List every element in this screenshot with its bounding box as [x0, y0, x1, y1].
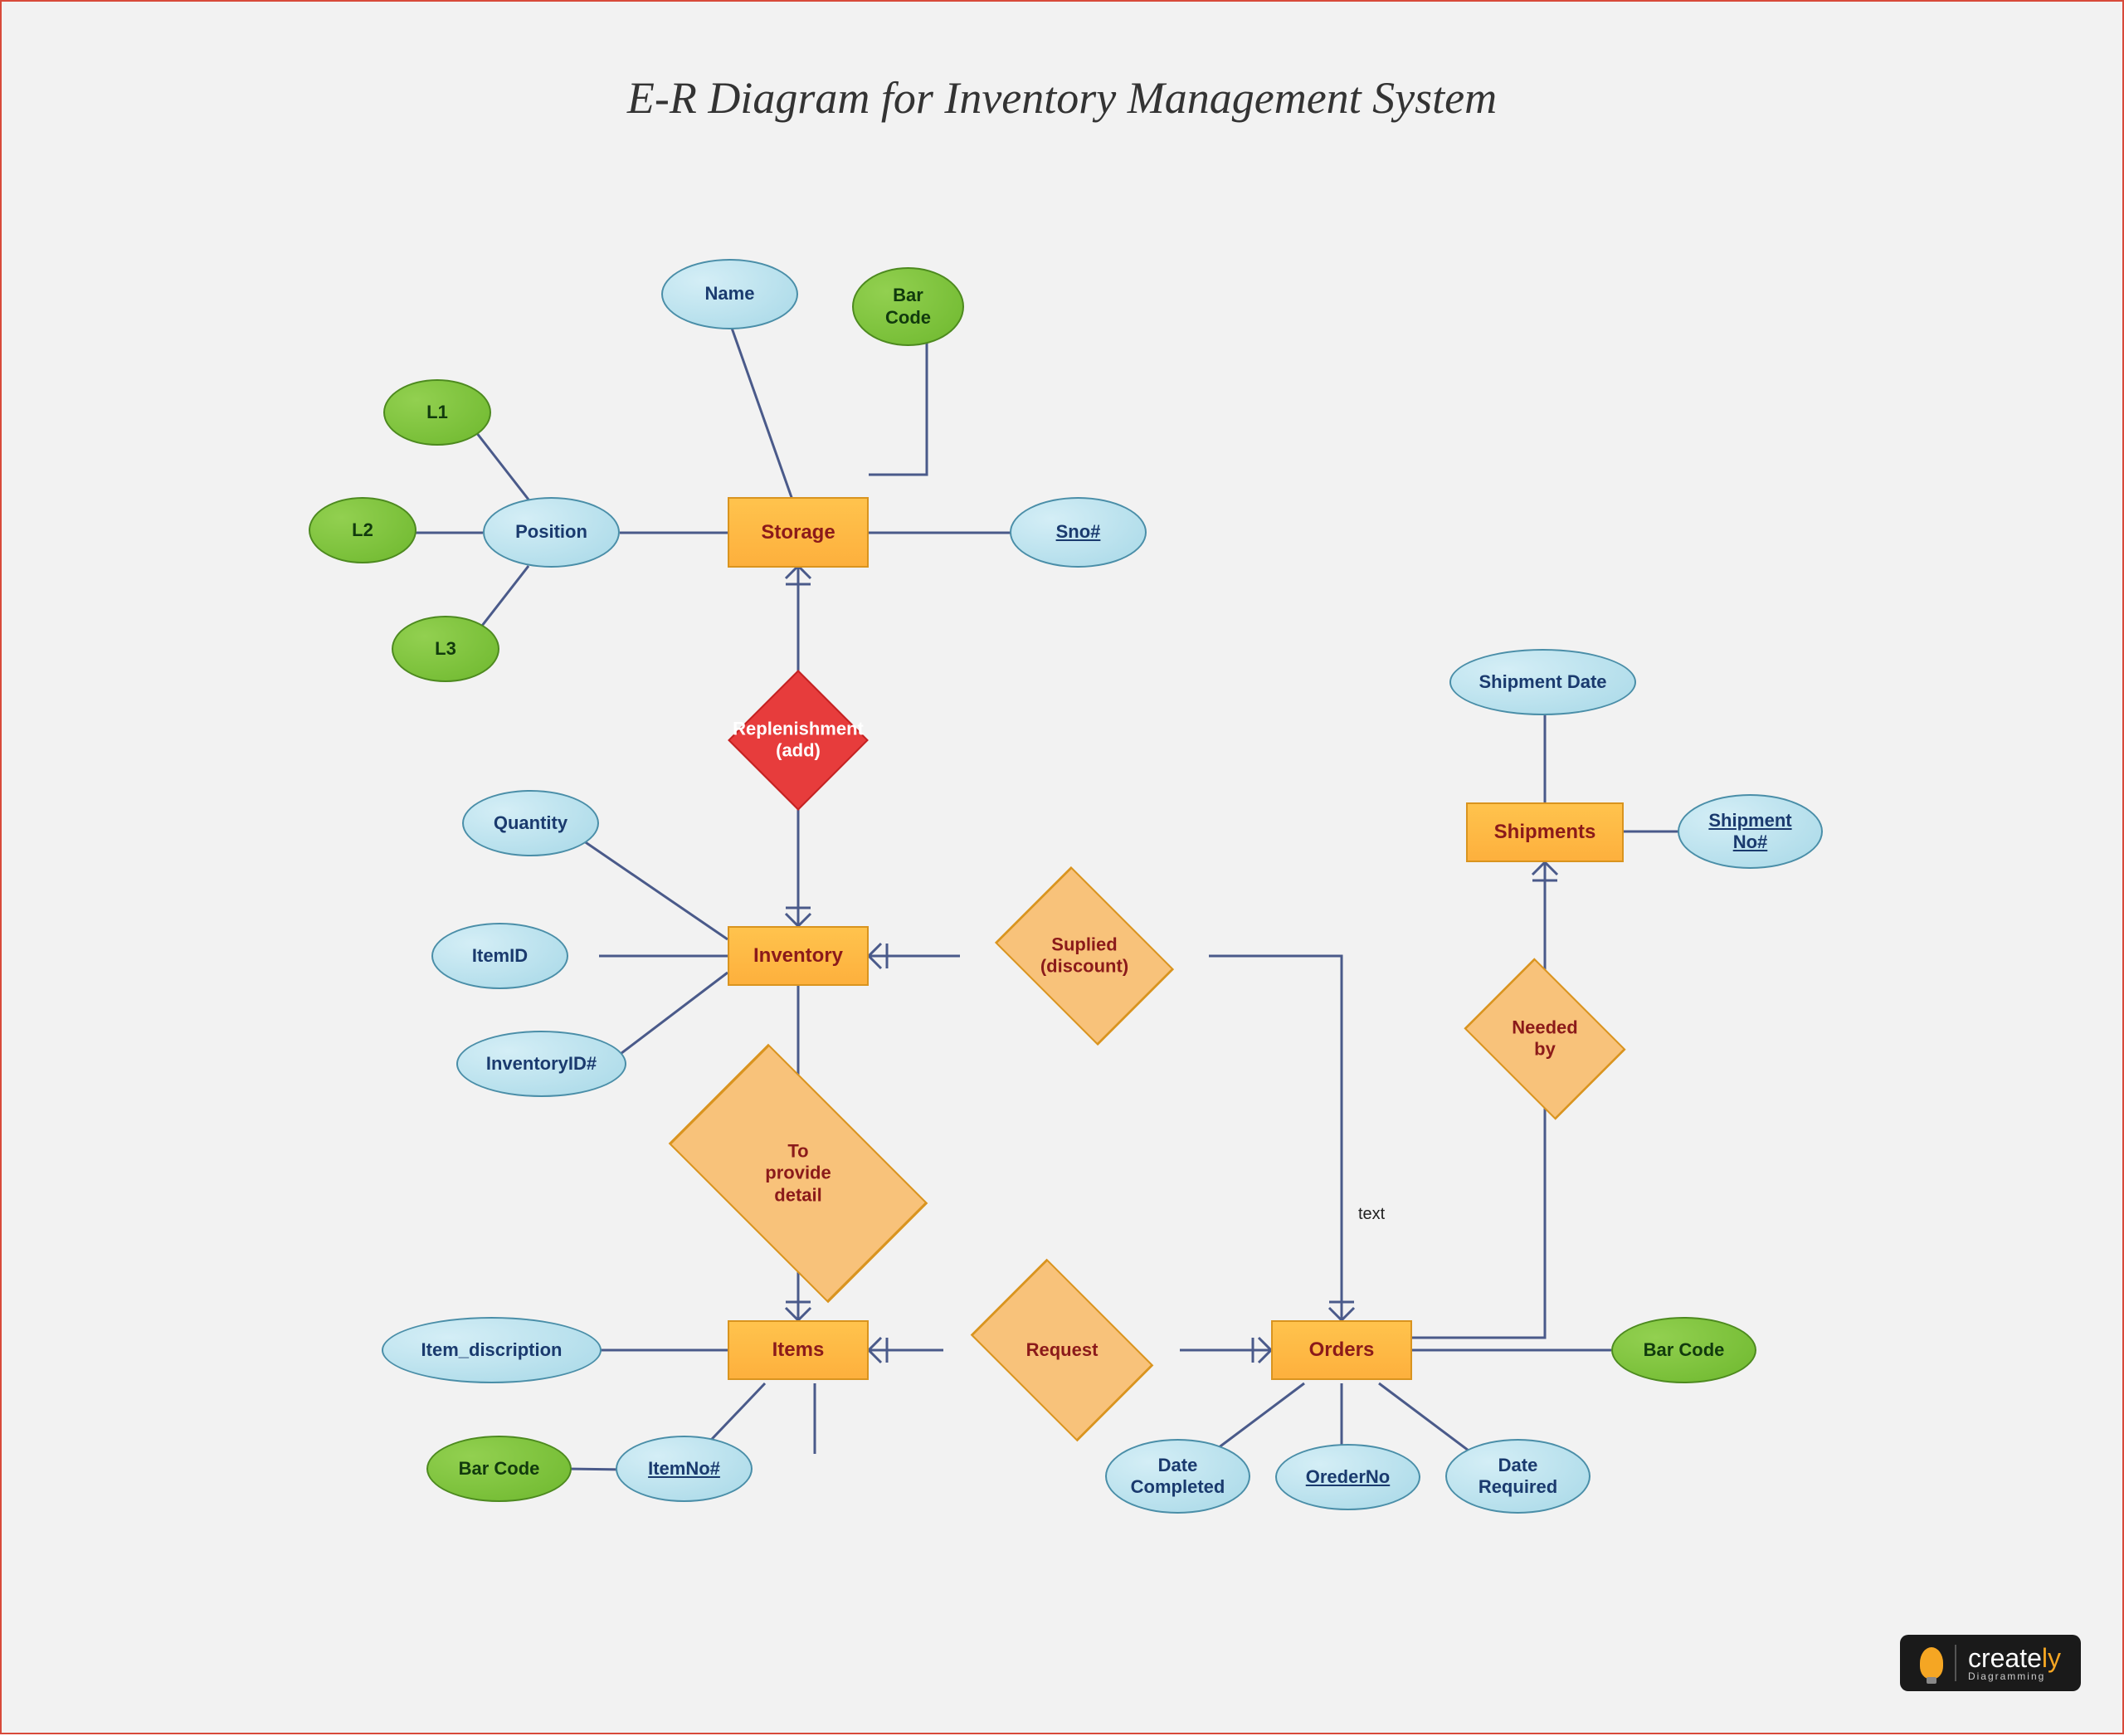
- attr-bar-code: Bar Code: [852, 267, 964, 346]
- attr-l1: L1: [383, 379, 491, 446]
- attr-name: Name: [661, 259, 798, 329]
- diagram-frame: E-R Diagram for Inventory Management Sys…: [0, 0, 2124, 1734]
- attr-l2: L2: [309, 497, 417, 563]
- entity-items: Items: [728, 1320, 869, 1380]
- attr-position: Position: [483, 497, 620, 568]
- brand-name: create: [1968, 1643, 2042, 1673]
- entity-orders: Orders: [1271, 1320, 1412, 1380]
- attr-sno-text: Sno#: [1056, 521, 1101, 543]
- attr-l3: L3: [392, 616, 499, 682]
- attr-date-completed: Date Completed: [1105, 1439, 1250, 1514]
- attr-inventoryid: InventoryID#: [456, 1031, 626, 1097]
- attr-orderno: OrederNo: [1275, 1444, 1420, 1510]
- entity-inventory: Inventory: [728, 926, 869, 986]
- brand-text: creately Diagramming: [1968, 1643, 2061, 1681]
- attr-orderno-text: OrederNo: [1306, 1466, 1390, 1488]
- text-annotation: text: [1358, 1205, 1385, 1224]
- attr-barcode-item: Bar Code: [426, 1436, 572, 1502]
- attr-barcode-orders: Bar Code: [1611, 1317, 1756, 1383]
- attr-shipment-no-text: Shipment No#: [1708, 810, 1791, 854]
- creately-logo: creately Diagramming: [1900, 1635, 2081, 1691]
- attr-itemno-text: ItemNo#: [648, 1458, 720, 1480]
- attr-quantity: Quantity: [462, 790, 599, 856]
- attr-shipment-date: Shipment Date: [1449, 649, 1636, 715]
- entity-storage: Storage: [728, 497, 869, 568]
- diagram-title: E-R Diagram for Inventory Management Sys…: [2, 72, 2122, 124]
- attr-shipment-no: Shipment No#: [1678, 794, 1823, 869]
- separator: [1955, 1645, 1956, 1681]
- attr-itemid: ItemID: [431, 923, 568, 989]
- canvas: [35, 35, 2089, 1699]
- attr-item-description: Item_discription: [382, 1317, 602, 1383]
- attr-date-required: Date Required: [1445, 1439, 1591, 1514]
- entity-shipments: Shipments: [1466, 802, 1624, 862]
- attr-sno: Sno#: [1010, 497, 1147, 568]
- brand-suffix: ly: [2042, 1643, 2061, 1673]
- bulb-icon: [1920, 1647, 1943, 1679]
- attr-itemno: ItemNo#: [616, 1436, 753, 1502]
